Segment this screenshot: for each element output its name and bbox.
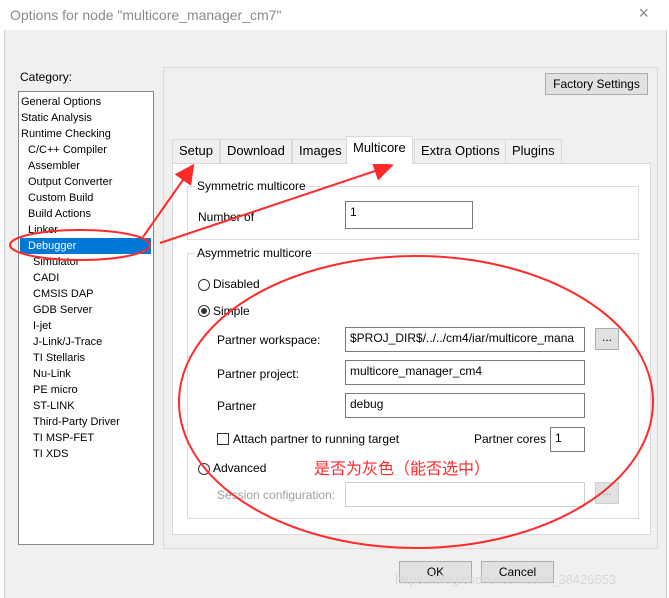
category-item-cmsis-dap[interactable]: CMSIS DAP	[33, 286, 94, 302]
disabled-radio-label[interactable]: Disabled	[213, 277, 260, 291]
partner-cores-input[interactable]: 1	[550, 427, 585, 452]
tab-extra-options[interactable]: Extra Options	[414, 139, 507, 163]
category-item-simulator[interactable]: Simulator	[33, 254, 79, 270]
window-title: Options for node "multicore_manager_cm7"	[10, 7, 282, 23]
number-of-cores-input[interactable]: 1	[345, 201, 473, 229]
tab-plugins[interactable]: Plugins	[505, 139, 562, 163]
tab-multicore[interactable]: Multicore	[346, 136, 413, 164]
partner-label: Partner	[217, 399, 257, 413]
partner-project-label: Partner project:	[217, 367, 300, 381]
category-item-runtime-checking[interactable]: Runtime Checking	[21, 126, 111, 142]
simple-radio-label[interactable]: Simple	[213, 304, 250, 318]
attach-partner-checkbox-icon[interactable]	[217, 433, 229, 445]
category-item-pe-micro[interactable]: PE micro	[33, 382, 78, 398]
category-item-static-analysis[interactable]: Static Analysis	[21, 110, 92, 126]
category-item-st-link[interactable]: ST-LINK	[33, 398, 75, 414]
simple-radio-icon[interactable]	[198, 305, 210, 317]
tab-download[interactable]: Download	[220, 139, 292, 163]
tab-setup[interactable]: Setup	[172, 139, 220, 163]
category-item-ti-stellaris[interactable]: TI Stellaris	[33, 350, 85, 366]
category-label: Category:	[20, 70, 73, 84]
category-item-debugger[interactable]: Debugger	[20, 238, 151, 254]
advanced-radio-icon[interactable]	[198, 463, 210, 475]
number-of-label: Number of	[198, 210, 255, 224]
watermark-text: https://blog.csdn.net/weixin_38426553	[395, 572, 617, 587]
partner-workspace-input[interactable]: $PROJ_DIR$/../../cm4/iar/multicore_mana	[345, 327, 585, 352]
partner-project-input[interactable]: multicore_manager_cm4	[345, 360, 585, 385]
category-item-cadi[interactable]: CADI	[33, 270, 59, 286]
category-item-ti-xds[interactable]: TI XDS	[33, 446, 68, 462]
advanced-radio-label[interactable]: Advanced	[213, 461, 266, 475]
attach-partner-label[interactable]: Attach partner to running target	[233, 432, 399, 446]
close-icon[interactable]: ×	[638, 3, 649, 24]
partner-workspace-label: Partner workspace:	[217, 333, 321, 347]
category-item-output-converter[interactable]: Output Converter	[28, 174, 112, 190]
category-item-nu-link[interactable]: Nu-Link	[33, 366, 71, 382]
category-item-i-jet[interactable]: I-jet	[33, 318, 51, 334]
category-item-linker[interactable]: Linker	[28, 222, 58, 238]
category-list[interactable]: General Options Static Analysis Runtime …	[18, 91, 154, 545]
browse-session-button[interactable]: ...	[595, 482, 619, 504]
category-item-jlink[interactable]: J-Link/J-Trace	[33, 334, 102, 350]
annotation-text: 是否为灰色（能否选中）	[314, 461, 491, 478]
asymmetric-group	[187, 253, 639, 519]
title-bar: Options for node "multicore_manager_cm7"…	[0, 0, 669, 30]
category-item-third-party-driver[interactable]: Third-Party Driver	[33, 414, 120, 430]
asymmetric-group-title: Asymmetric multicore	[195, 246, 314, 260]
browse-workspace-button[interactable]: ...	[595, 328, 619, 350]
category-item-assembler[interactable]: Assembler	[28, 158, 80, 174]
category-item-build-actions[interactable]: Build Actions	[28, 206, 91, 222]
factory-settings-button[interactable]: Factory Settings	[545, 73, 648, 95]
partner-input[interactable]: debug	[345, 393, 585, 418]
category-item-custom-build[interactable]: Custom Build	[28, 190, 93, 206]
category-item-general-options[interactable]: General Options	[21, 94, 101, 110]
session-configuration-input[interactable]	[345, 482, 585, 507]
disabled-radio-icon[interactable]	[198, 279, 210, 291]
session-configuration-label: Session configuration:	[217, 488, 336, 502]
tab-images[interactable]: Images	[292, 139, 349, 163]
symmetric-group-title: Symmetric multicore	[195, 179, 308, 193]
category-item-ti-msp-fet[interactable]: TI MSP-FET	[33, 430, 94, 446]
category-item-c-compiler[interactable]: C/C++ Compiler	[28, 142, 107, 158]
partner-cores-label: Partner cores	[474, 432, 547, 446]
category-item-gdb-server[interactable]: GDB Server	[33, 302, 92, 318]
